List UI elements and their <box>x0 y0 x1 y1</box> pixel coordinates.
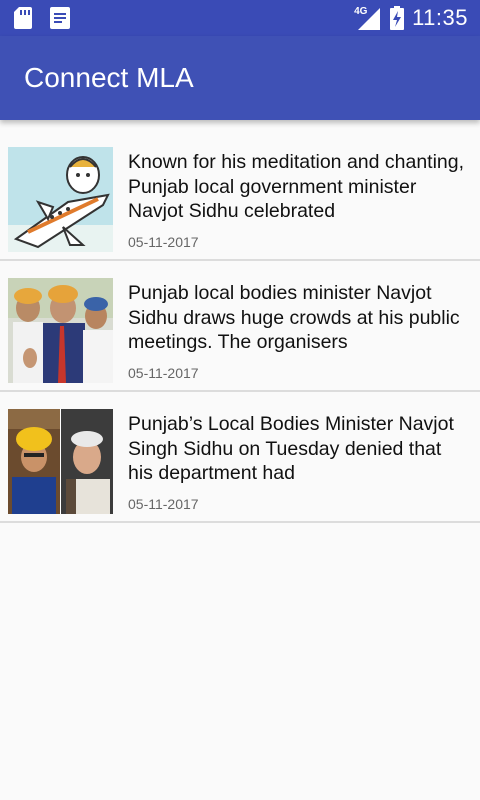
news-item[interactable]: Punjab local bodies minister Navjot Sidh… <box>0 261 480 392</box>
clock: 11:35 <box>412 5 468 30</box>
news-date: 05-11-2017 <box>128 496 199 512</box>
news-item[interactable]: Punjab’s Local Bodies Minister Navjot Si… <box>0 392 480 523</box>
news-date: 05-11-2017 <box>128 365 199 381</box>
news-text: Punjab’s Local Bodies Minister Navjot Si… <box>128 412 468 512</box>
sd-card-icon <box>14 7 32 29</box>
news-text: Punjab local bodies minister Navjot Sidh… <box>128 281 468 381</box>
news-headline: Punjab’s Local Bodies Minister Navjot Si… <box>128 413 454 484</box>
news-text: Known for his meditation and chanting, P… <box>128 150 468 250</box>
news-date: 05-11-2017 <box>128 234 199 250</box>
news-thumbnail <box>8 147 113 252</box>
news-thumbnail <box>8 278 113 383</box>
notification-doc-icon <box>50 7 70 29</box>
news-list: Known for his meditation and chanting, P… <box>0 130 480 523</box>
news-headline: Known for his meditation and chanting, P… <box>128 151 465 222</box>
signal-icon: 4G <box>354 0 382 36</box>
battery-charging-icon <box>390 6 405 30</box>
app-title: Connect MLA <box>24 62 194 93</box>
news-thumbnail <box>8 409 113 514</box>
news-headline: Punjab local bodies minister Navjot Sidh… <box>128 282 460 353</box>
news-item[interactable]: Known for his meditation and chanting, P… <box>0 130 480 261</box>
status-bar: 4G 11:35 <box>0 0 480 36</box>
app-bar: Connect MLA <box>0 36 480 120</box>
